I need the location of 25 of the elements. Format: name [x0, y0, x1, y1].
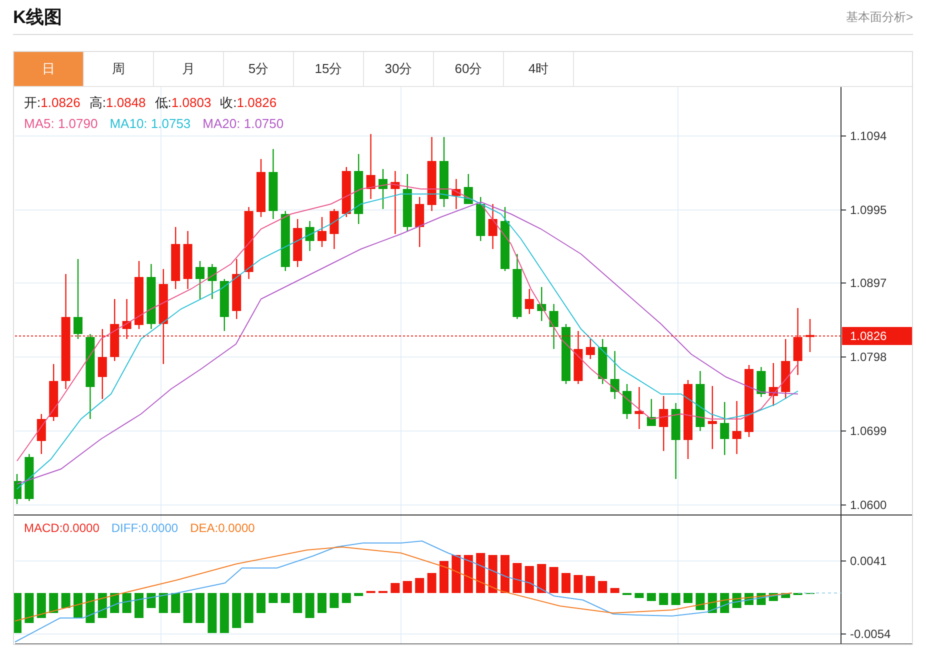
macd-legend-text: MACD:0.0000	[24, 520, 100, 537]
price-axis-label: 1.0600	[850, 498, 887, 512]
ohlc-value: 1.0826	[40, 94, 80, 112]
ma-legend-text: MA10: 1.0753	[110, 114, 191, 132]
ohlc-value: 1.0826	[236, 94, 277, 112]
current-price-label: 1.0826	[850, 329, 887, 343]
price-axis-label: 1.0897	[850, 276, 887, 290]
macd-legend-text: DIFF:0.0000	[111, 520, 178, 537]
macd-axis-label: -0.0054	[850, 627, 891, 641]
ohlc-label: 低:	[154, 94, 172, 112]
page-title: K线图	[13, 6, 62, 28]
ohlc-value: 1.0848	[106, 94, 146, 112]
ma-legend-text: MA20: 1.0750	[202, 114, 284, 132]
macd-legend-text: DEA:0.0000	[190, 520, 255, 537]
ohlc-value: 1.0803	[171, 94, 212, 112]
price-axis-label: 1.1094	[850, 129, 887, 143]
ohlc-label: 开:	[24, 94, 41, 112]
ohlc-label: 收:	[220, 94, 237, 112]
price-axis-label: 1.0699	[850, 424, 887, 438]
ma-legend-text: MA5: 1.0790	[24, 114, 98, 132]
price-axis-label: 1.0995	[850, 203, 887, 217]
ohlc-label: 高:	[89, 94, 106, 112]
price-axis-label: 1.0798	[850, 350, 887, 364]
fundamental-analysis-link[interactable]: 基本面分析>	[846, 8, 913, 26]
macd-axis-label: 0.0041	[850, 554, 887, 568]
